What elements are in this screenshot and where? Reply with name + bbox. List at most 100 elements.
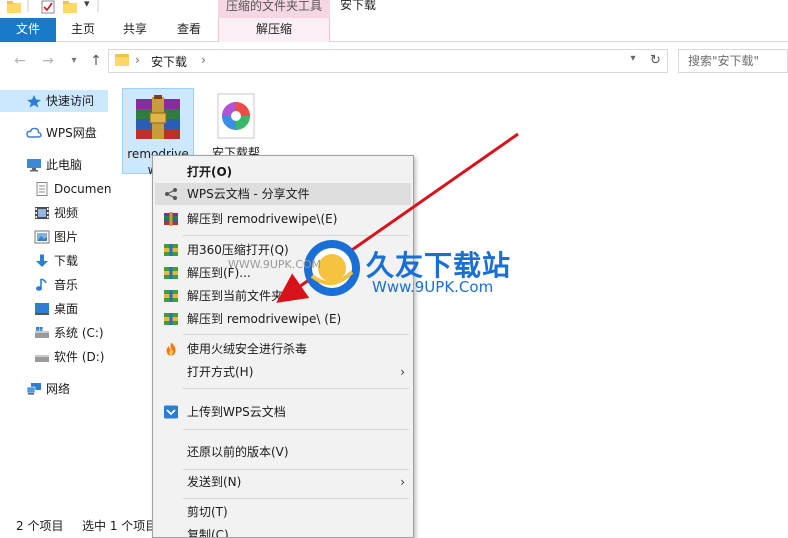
tab-file[interactable]: 文件	[0, 18, 56, 42]
title-bar: | ▾ | 压缩的文件夹工具 安下载	[0, 0, 788, 18]
qa-separator: |	[26, 0, 31, 12]
sidebar-item-label: 音乐	[54, 278, 79, 292]
menu-item-label: 解压到 remodrivewipe\ (E)	[187, 312, 342, 326]
menu-item-cut[interactable]: 剪切(T)	[155, 501, 411, 523]
chevron-right-icon: ›	[400, 365, 405, 379]
menu-item-label: 复制(C)	[187, 528, 229, 538]
wps-cloud-icon	[164, 405, 178, 419]
menu-item-extract-to-folder-360[interactable]: 解压到 remodrivewipe\ (E)	[155, 308, 411, 330]
sidebar-item-label: WPS网盘	[46, 126, 97, 140]
watermark-url-large: Www.9UPK.Com	[372, 278, 494, 296]
music-icon	[36, 277, 47, 291]
menu-separator	[183, 388, 409, 389]
back-button[interactable]: ←	[10, 51, 30, 71]
tab-view[interactable]: 查看	[166, 18, 212, 42]
sidebar-item-network[interactable]: 网络	[26, 378, 70, 400]
menu-separator	[183, 235, 409, 236]
sidebar-item-drive-d[interactable]: 软件 (D:)	[34, 346, 104, 368]
sidebar-item-documents[interactable]: Documen	[34, 178, 111, 200]
sidebar-item-videos[interactable]: 视频	[34, 202, 78, 224]
menu-item-label: 解压到当前文件夹	[187, 289, 284, 303]
up-button[interactable]: ↑	[86, 51, 106, 71]
documents-icon	[36, 181, 48, 196]
sidebar-item-label: 快速访问	[46, 94, 95, 108]
address-dropdown-icon[interactable]: ▾	[624, 53, 642, 73]
archive-360-icon	[164, 290, 178, 302]
drive-c-icon	[35, 326, 49, 338]
pictures-icon	[34, 230, 50, 243]
winrar-archive-icon	[136, 95, 180, 139]
chevron-right-icon[interactable]: ›	[201, 53, 206, 67]
archive-360-icon	[164, 267, 178, 279]
menu-item-label: 用360压缩打开(Q)	[187, 243, 289, 257]
folder-icon	[115, 54, 129, 66]
sidebar-item-label: 桌面	[54, 302, 79, 316]
menu-item-restore-previous[interactable]: 还原以前的版本(V)	[155, 441, 411, 463]
menu-separator	[183, 469, 409, 470]
menu-item-extract-to-folder-winrar[interactable]: 解压到 remodrivewipe\(E)	[155, 208, 411, 230]
status-item-count: 2 个项目	[16, 519, 64, 533]
compressed-folder-tools-label: 压缩的文件夹工具	[218, 0, 330, 18]
qa-separator-2: |	[96, 0, 101, 12]
new-folder-icon[interactable]	[62, 0, 78, 14]
menu-item-upload-wps[interactable]: 上传到WPS云文档	[155, 401, 411, 423]
drive-d-icon	[35, 354, 49, 362]
window-title: 安下载	[340, 0, 377, 12]
status-selected: 选中 1 个项目	[82, 519, 158, 533]
sidebar-item-label: 系统 (C:)	[54, 326, 104, 340]
huorong-icon	[166, 342, 176, 356]
menu-item-label: 解压到 remodrivewipe\(E)	[187, 212, 338, 226]
menu-item-wps-share[interactable]: WPS云文档 - 分享文件	[155, 183, 411, 205]
menu-separator	[183, 498, 409, 499]
menu-item-label: 还原以前的版本(V)	[187, 445, 289, 459]
tab-share[interactable]: 共享	[112, 18, 158, 42]
computer-icon	[27, 158, 41, 171]
cloud-icon	[26, 127, 42, 138]
chevron-right-icon[interactable]: ›	[135, 53, 140, 67]
menu-item-label: 使用火绒安全进行杀毒	[187, 342, 308, 356]
forward-button[interactable]: →	[38, 51, 58, 71]
sidebar-item-pictures[interactable]: 图片	[34, 226, 78, 248]
archive-360-icon	[164, 244, 178, 256]
desktop-icon	[35, 302, 49, 315]
menu-item-copy[interactable]: 复制(C)	[155, 524, 411, 538]
sidebar-item-downloads[interactable]: 下载	[34, 250, 78, 272]
sidebar-item-label: 此电脑	[46, 158, 83, 172]
search-input[interactable]: 搜索"安下载"	[678, 49, 788, 73]
sidebar-item-label: 网络	[46, 382, 71, 396]
menu-item-send-to[interactable]: 发送到(N) ›	[155, 471, 411, 493]
sidebar-item-quick-access[interactable]: 快速访问	[0, 90, 108, 112]
menu-separator	[183, 334, 409, 335]
tab-home[interactable]: 主页	[60, 18, 106, 42]
sidebar-item-desktop[interactable]: 桌面	[34, 298, 78, 320]
share-icon	[165, 188, 177, 200]
sidebar-item-drive-c[interactable]: 系统 (C:)	[34, 322, 104, 344]
tab-extract[interactable]: 解压缩	[218, 18, 330, 42]
menu-item-open[interactable]: 打开(O)	[155, 161, 411, 183]
properties-check-icon[interactable]	[40, 0, 56, 14]
colorful-app-icon	[217, 93, 255, 139]
sidebar-item-music[interactable]: 音乐	[34, 274, 78, 296]
address-row: ← → ▾ ↑ › 安下载 › ▾ ↻ 搜索"安下载"	[0, 43, 788, 79]
folder-icon[interactable]	[6, 0, 22, 14]
sidebar-item-wps-drive[interactable]: WPS网盘	[26, 122, 97, 144]
recent-locations-button[interactable]: ▾	[64, 51, 84, 71]
qa-customize-icon[interactable]: ▾	[84, 0, 90, 10]
sidebar-item-label: Documen	[54, 182, 112, 196]
menu-item-label: 打开方式(H)	[187, 365, 254, 379]
ribbon-tabs: 文件 主页 共享 查看 解压缩	[0, 18, 788, 42]
sidebar-item-this-pc[interactable]: 此电脑	[26, 154, 82, 176]
refresh-button[interactable]: ↻	[644, 49, 668, 73]
menu-item-open-with[interactable]: 打开方式(H) ›	[155, 361, 411, 383]
menu-item-label: 打开(O)	[187, 165, 233, 179]
menu-item-label: 上传到WPS云文档	[187, 405, 286, 419]
star-icon	[27, 94, 41, 107]
menu-item-huorong-scan[interactable]: 使用火绒安全进行杀毒	[155, 338, 411, 360]
menu-separator	[183, 429, 409, 430]
menu-item-label: 发送到(N)	[187, 475, 242, 489]
breadcrumb-current[interactable]: 安下载	[151, 53, 187, 70]
sidebar-item-label: 软件 (D:)	[54, 350, 105, 364]
context-menu: 打开(O) WPS云文档 - 分享文件 解压到 remodrivewipe\(E…	[152, 155, 414, 538]
address-bar[interactable]: › 安下载 ›	[108, 49, 668, 73]
menu-item-label: 剪切(T)	[187, 505, 228, 519]
